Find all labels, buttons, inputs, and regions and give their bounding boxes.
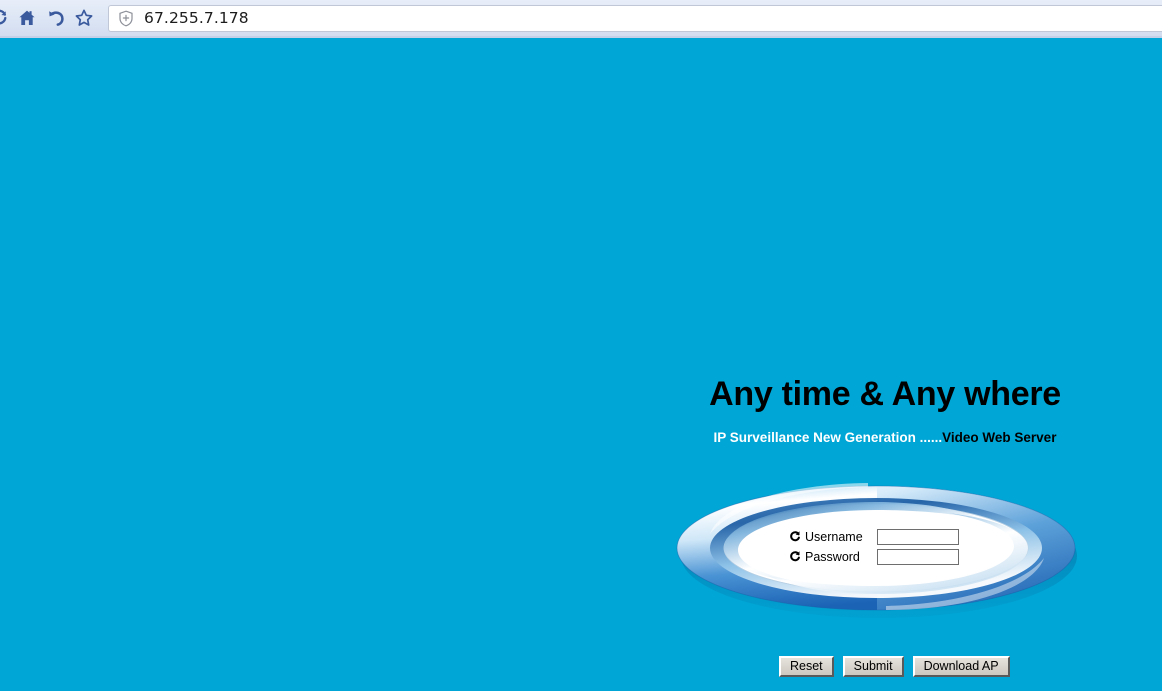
address-bar[interactable]: 67.255.7.178 [108,4,1162,32]
curved-arrow-icon [788,550,802,564]
download-ap-button[interactable]: Download AP [912,656,1010,677]
button-bar: Reset Submit Download AP [779,656,1010,677]
subtitle-secondary: Video Web Server [942,430,1057,445]
subtitle-dots: ...... [915,430,943,445]
shield-plus-icon[interactable] [117,9,135,27]
password-input[interactable] [877,548,959,565]
curved-arrow-icon [788,530,802,544]
form-row-username: Username [788,527,978,546]
reload-icon[interactable] [0,3,8,33]
password-label: Password [805,549,860,564]
reset-button[interactable]: Reset [779,656,834,677]
form-row-password: Password [788,547,978,566]
username-input[interactable] [877,528,959,545]
subtitle-primary: IP Surveillance New Generation [713,430,916,445]
username-label: Username [805,529,863,544]
browser-toolbar: 67.255.7.178 [0,0,1162,37]
page-subtitle: IP Surveillance New Generation ......Vid… [620,430,1150,446]
page-title: Any time & Any where [709,375,1061,413]
back-icon[interactable] [42,3,70,33]
home-icon[interactable] [12,3,42,33]
login-form: Username Password [788,527,978,567]
bookmark-star-icon[interactable] [70,3,98,33]
submit-button[interactable]: Submit [842,656,904,677]
page-content: Any time & Any where IP Surveillance New… [0,38,1162,691]
url-text: 67.255.7.178 [144,9,249,27]
